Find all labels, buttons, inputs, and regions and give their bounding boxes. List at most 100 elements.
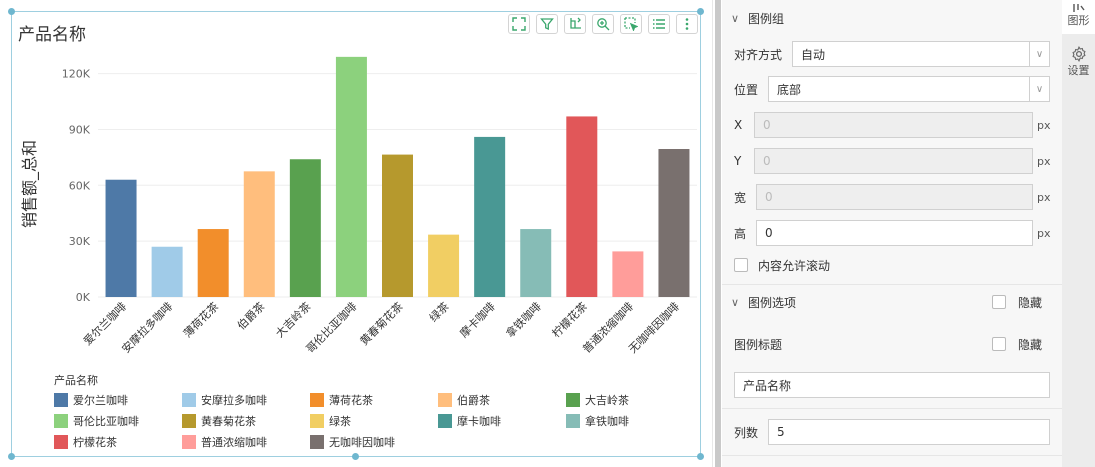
bar-chart: 0K30K60K90K120K销售额_总和爱尔兰咖啡安摩拉多咖啡 薄荷花茶 伯爵茶大… [20, 56, 697, 356]
position-row: 位置 底部 ∨ [722, 76, 1062, 102]
scrollbar[interactable] [715, 0, 721, 467]
height-input[interactable]: 0 [756, 220, 1033, 246]
resize-handle-bottom[interactable] [352, 453, 359, 460]
height-unit: px [1037, 226, 1051, 240]
bar [612, 251, 644, 297]
align-row: 对齐方式 自动 ∨ [722, 41, 1062, 67]
legend-title-label: 图例标题 [734, 337, 783, 352]
tab-settings-label: 设置 [1067, 64, 1090, 77]
legend-swatch [182, 414, 196, 428]
y-value: 0 [763, 154, 771, 168]
legend-swatch [566, 414, 580, 428]
legend-swatch [310, 393, 324, 407]
x-tick-label: 拿铁咖啡 [503, 299, 544, 340]
tab-graph-label: 图形 [1067, 14, 1090, 27]
legend-options-header[interactable]: ∨ 图例选项 隐藏 [722, 284, 1062, 320]
legend-title-hide-checkbox[interactable] [992, 337, 1006, 351]
tab-graph[interactable]: 图形 [1062, 0, 1095, 34]
legend: 产品名称 爱尔兰咖啡 安摩拉多咖啡 薄荷花茶 伯爵茶 大吉岭茶哥伦比亚咖啡 黄春菊花茶 绿茶… [54, 372, 694, 450]
legend-label: 薄荷花茶 [329, 394, 373, 407]
legend-item[interactable]: 普通浓缩咖啡 [182, 434, 310, 450]
legend-item[interactable]: 安摩拉多咖啡 [182, 392, 310, 408]
legend-label: 摩卡咖啡 [457, 415, 501, 428]
legend-label: 爱尔兰咖啡 [73, 394, 128, 407]
legend-item[interactable]: 黄春菊花茶 [182, 413, 310, 429]
chart-panel[interactable]: 产品名称 0K 30K 60K 90K 120K 销售额_总和 爱尔兰咖啡 安摩… [8, 8, 704, 460]
bar [428, 234, 460, 297]
y-tick-label: 90K [69, 123, 91, 136]
y-row: Y 0 px [722, 148, 1062, 174]
position-value: 底部 [777, 82, 802, 97]
settings-panel: ∨ 图例组 对齐方式 自动 ∨ 位置 底部 ∨ X 0 px Y 0 px 宽 … [722, 0, 1062, 467]
position-select[interactable]: 底部 ∨ [768, 76, 1050, 102]
resize-handle-bl[interactable] [8, 453, 15, 460]
tab-settings[interactable]: 设置 [1062, 40, 1095, 84]
panel-divider [712, 0, 713, 467]
legend-item[interactable]: 无咖啡因咖啡 [310, 434, 438, 450]
legend-item[interactable]: 大吉岭茶 [566, 392, 694, 408]
legend-title-row: 图例标题 隐藏 [722, 331, 1062, 357]
y-input[interactable]: 0 [754, 148, 1033, 174]
align-label: 对齐方式 [734, 47, 783, 62]
bar [474, 136, 506, 297]
width-row: 宽 0 px [722, 184, 1062, 210]
legend-label: 大吉岭茶 [585, 394, 629, 407]
x-unit: px [1037, 118, 1051, 132]
legend-label: 安摩拉多咖啡 [201, 394, 267, 407]
legend-title-hide-label: 隐藏 [1018, 337, 1043, 352]
align-select[interactable]: 自动 ∨ [792, 41, 1050, 67]
legend-options-title: 图例选项 [748, 295, 797, 310]
bar [105, 179, 137, 297]
legend-item[interactable]: 爱尔兰咖啡 [54, 392, 182, 408]
legend-swatch [54, 393, 68, 407]
x-row: X 0 px [722, 112, 1062, 138]
legend-label: 伯爵茶 [457, 394, 490, 407]
legend-label: 无咖啡因咖啡 [329, 436, 395, 449]
x-tick-label: 薄荷花茶 [180, 299, 221, 340]
columns-row: 列数 5 [722, 419, 1062, 445]
x-value: 0 [763, 118, 771, 132]
legend-item[interactable]: 薄荷花茶 [310, 392, 438, 408]
bar [658, 149, 690, 297]
x-input[interactable]: 0 [754, 112, 1033, 138]
legend-item[interactable]: 哥伦比亚咖啡 [54, 413, 182, 429]
side-tabstrip: 图形 设置 [1062, 0, 1095, 467]
legend-label: 普通浓缩咖啡 [201, 436, 267, 449]
legend-group-header[interactable]: ∨ 图例组 [722, 0, 1062, 36]
columns-input[interactable]: 5 [768, 419, 1050, 445]
legend-label: 拿铁咖啡 [585, 415, 629, 428]
legend-title-input[interactable]: 产品名称 [734, 372, 1050, 398]
legend-label: 绿茶 [329, 415, 351, 428]
legend-item[interactable]: 拿铁咖啡 [566, 413, 694, 429]
legend-item[interactable]: 伯爵茶 [438, 392, 566, 408]
y-tick-label: 60K [69, 179, 91, 192]
y-tick-label: 120K [62, 68, 91, 81]
resize-handle-br[interactable] [697, 453, 704, 460]
bar [520, 229, 552, 297]
legend-group-title: 图例组 [748, 11, 785, 26]
legend-item[interactable]: 摩卡咖啡 [438, 413, 566, 429]
legend-item[interactable]: 柠檬花茶 [54, 434, 182, 450]
bar [382, 154, 413, 297]
height-value: 0 [765, 226, 773, 240]
legend-title-input-value: 产品名称 [743, 378, 792, 393]
section-divider [722, 408, 1062, 409]
x-tick-label: 柠檬花茶 [549, 299, 590, 340]
align-value: 自动 [801, 47, 826, 62]
chevron-down-icon: ∨ [730, 11, 740, 25]
legend-title: 产品名称 [54, 374, 98, 387]
legend-item[interactable]: 绿茶 [310, 413, 438, 429]
width-label: 宽 [734, 190, 747, 205]
height-row: 高 0 px [722, 220, 1062, 246]
width-value: 0 [765, 190, 773, 204]
gear-icon [1071, 46, 1086, 62]
height-label: 高 [734, 226, 747, 241]
legend-label: 黄春菊花茶 [201, 415, 256, 428]
chevron-down-icon: ∨ [1029, 77, 1049, 101]
scroll-row: 内容允许滚动 [722, 252, 1062, 278]
scroll-label: 内容允许滚动 [758, 258, 831, 273]
width-input[interactable]: 0 [756, 184, 1033, 210]
legend-hide-checkbox[interactable] [992, 295, 1006, 309]
legend-hide-label: 隐藏 [1018, 295, 1043, 310]
scroll-checkbox[interactable] [734, 258, 748, 272]
